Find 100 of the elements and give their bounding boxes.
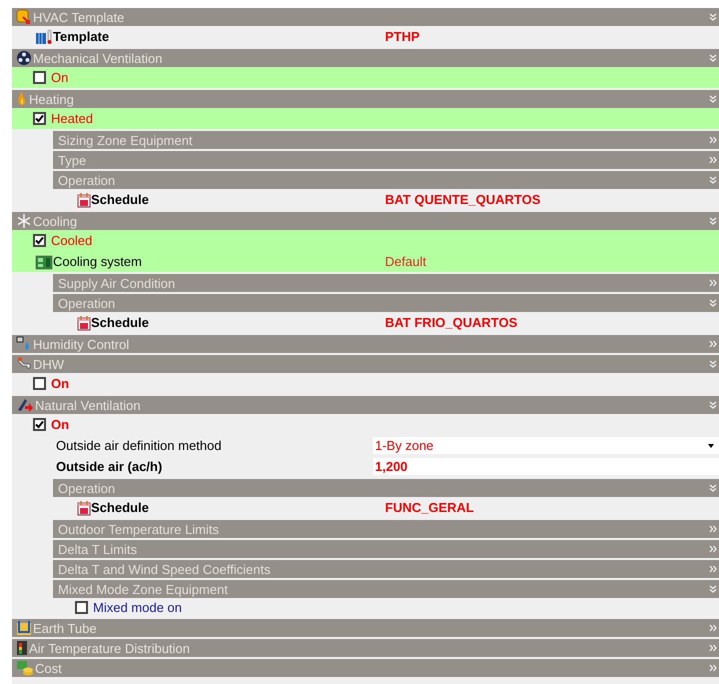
subsection-title: Supply Air Condition	[58, 276, 176, 290]
collapse-chevron-icon[interactable]	[709, 299, 717, 307]
subsection-header[interactable]: Delta T Limits	[53, 540, 719, 558]
window-vent-icon	[16, 397, 34, 413]
expand-chevron-icon[interactable]	[709, 624, 717, 632]
expand-chevron-icon[interactable]	[709, 525, 717, 533]
dropdown-field[interactable]: 1-By zone	[373, 437, 719, 454]
subsection-title: Sizing Zone Equipment	[58, 134, 192, 146]
subsection-header[interactable]: Operation	[53, 171, 719, 189]
subsection-header[interactable]: Operation	[53, 294, 719, 312]
subsection-header[interactable]: Outdoor Temperature Limits	[53, 520, 719, 538]
section-header[interactable]: Cooling	[12, 212, 719, 230]
expand-chevron-icon[interactable]	[709, 340, 717, 348]
template-icon	[16, 9, 32, 25]
expand-chevron-icon[interactable]	[709, 565, 717, 573]
subsection-title: Type	[58, 154, 86, 166]
checkbox-label: On	[51, 416, 70, 434]
parameter-label: Schedule	[91, 190, 149, 209]
parameter-label: Schedule	[91, 314, 149, 332]
subsection-header[interactable]: Delta T and Wind Speed Coefficients	[53, 560, 719, 578]
parameter-value: BAT FRIO_QUARTOS	[385, 314, 518, 332]
fan-icon	[16, 50, 32, 66]
section-header[interactable]: Mechanical Ventilation	[12, 49, 719, 67]
radiator-icon	[35, 28, 53, 44]
expand-chevron-icon[interactable]	[709, 279, 717, 287]
checkbox-label: Cooled	[51, 232, 92, 250]
subsection-title: Operation	[58, 482, 116, 494]
collapse-chevron-icon[interactable]	[709, 217, 717, 225]
section-title: Air Temperature Distribution	[29, 642, 190, 654]
calendar-icon	[77, 314, 91, 330]
section-title: Cost	[35, 662, 62, 674]
section-title: Heating	[29, 92, 74, 106]
parameter-value: BAT QUENTE_QUARTOS	[385, 190, 541, 209]
parameter-label: Cooling system	[53, 252, 142, 271]
field-label: Outside air (ac/h)	[56, 458, 164, 476]
expand-chevron-icon[interactable]	[709, 644, 717, 652]
calendar-icon	[77, 500, 91, 516]
checkbox[interactable]	[33, 234, 46, 247]
checkbox[interactable]	[75, 601, 88, 614]
checkbox[interactable]	[33, 418, 46, 431]
parameter-label: Template	[53, 28, 110, 46]
earth-tube-icon	[16, 620, 32, 636]
subsection-title: Delta T Limits	[58, 542, 137, 556]
subsection-title: Outdoor Temperature Limits	[58, 522, 219, 536]
collapse-chevron-icon[interactable]	[709, 176, 717, 184]
subsection-title: Operation	[58, 174, 116, 186]
expand-chevron-icon[interactable]	[709, 545, 717, 553]
flame-icon	[16, 91, 28, 107]
expand-chevron-icon[interactable]	[709, 156, 717, 164]
collapse-chevron-icon[interactable]	[709, 13, 717, 21]
collapse-chevron-icon[interactable]	[709, 54, 717, 62]
section-title: Mechanical Ventilation	[33, 52, 162, 64]
collapse-chevron-icon[interactable]	[709, 95, 717, 103]
expand-chevron-icon[interactable]	[709, 136, 717, 144]
checkbox-label: On	[51, 374, 70, 393]
section-header[interactable]: Humidity Control	[12, 335, 719, 353]
subsection-title: Operation	[58, 296, 116, 310]
parameter-value: FUNC_GERAL	[385, 498, 474, 517]
number-field[interactable]: 1,200	[373, 458, 719, 475]
checkbox-label: On	[51, 68, 68, 87]
checkbox-label: Mixed mode on	[93, 598, 182, 617]
calendar-icon	[77, 192, 91, 208]
checkbox[interactable]	[33, 377, 46, 390]
section-title: HVAC Template	[33, 10, 124, 24]
section-header[interactable]: Natural Ventilation	[12, 396, 719, 414]
section-title: Natural Ventilation	[35, 398, 141, 412]
checkbox-label: Heated	[51, 110, 93, 128]
expand-chevron-icon[interactable]	[709, 664, 717, 672]
subsection-title: Delta T and Wind Speed Coefficients	[58, 562, 270, 576]
subsection-header[interactable]: Mixed Mode Zone Equipment	[53, 580, 719, 598]
collapse-chevron-icon[interactable]	[709, 484, 717, 492]
field-label: Outside air definition method	[56, 436, 222, 455]
checkbox[interactable]	[33, 112, 46, 125]
collapse-chevron-icon[interactable]	[709, 585, 717, 593]
subsection-header[interactable]: Type	[53, 151, 719, 169]
subsection-header[interactable]: Sizing Zone Equipment	[53, 131, 719, 149]
section-title: Cooling	[33, 214, 78, 228]
section-title: Earth Tube	[33, 622, 97, 634]
cooling-unit-icon	[35, 254, 53, 270]
parameter-value: Default	[385, 252, 426, 271]
collapse-chevron-icon[interactable]	[709, 360, 717, 368]
coins-icon	[16, 660, 34, 676]
section-header[interactable]: Cost	[12, 659, 719, 677]
section-header[interactable]: DHW	[12, 355, 719, 373]
parameter-value: PTHP	[385, 28, 420, 46]
humidity-icon	[16, 336, 32, 352]
thermal-gradient-icon	[16, 640, 28, 656]
section-header[interactable]: Earth Tube	[12, 619, 719, 637]
collapse-chevron-icon[interactable]	[709, 401, 717, 409]
parameter-label: Schedule	[91, 498, 149, 517]
subsection-header[interactable]: Operation	[53, 479, 719, 497]
section-title: Humidity Control	[33, 338, 130, 350]
section-header[interactable]: Heating	[12, 90, 719, 108]
subsection-header[interactable]: Supply Air Condition	[53, 274, 719, 292]
snowflake-icon	[16, 213, 32, 229]
section-title: DHW	[33, 358, 64, 370]
checkbox[interactable]	[33, 71, 46, 84]
section-header[interactable]: HVAC Template	[12, 8, 719, 26]
subsection-title: Mixed Mode Zone Equipment	[58, 582, 228, 596]
section-header[interactable]: Air Temperature Distribution	[12, 639, 719, 657]
